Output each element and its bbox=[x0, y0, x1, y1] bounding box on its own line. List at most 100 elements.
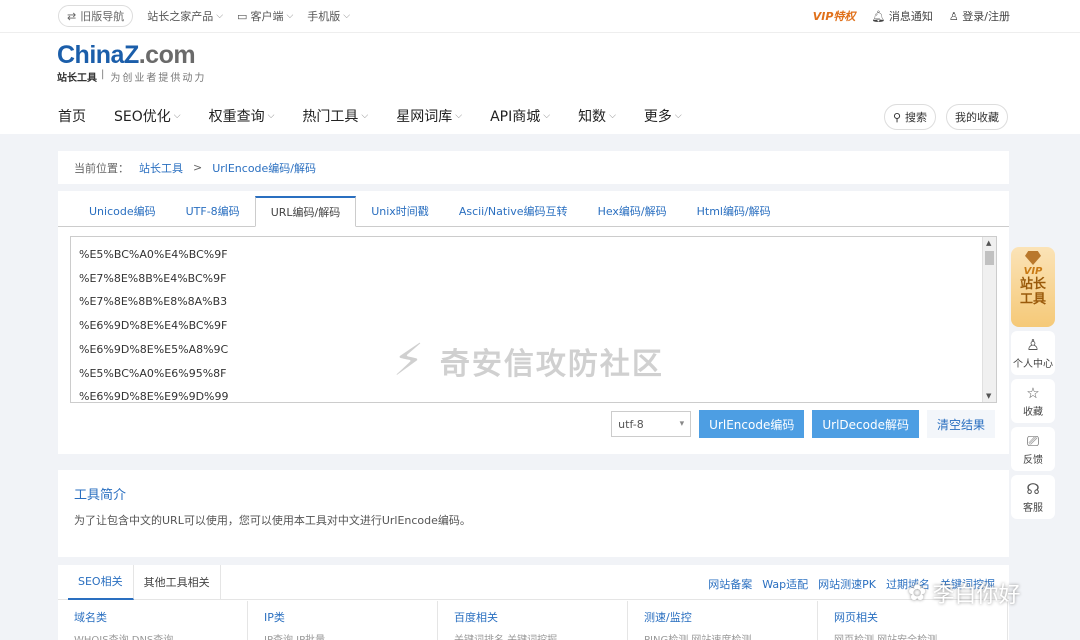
tab-other-tools[interactable]: 其他工具相关 bbox=[134, 564, 221, 600]
quick-link[interactable]: 网站测速PK bbox=[818, 576, 876, 592]
client-menu[interactable]: ▭ 客户端 ⌵ bbox=[237, 8, 293, 24]
star-icon: ☆ bbox=[1026, 383, 1040, 402]
chevron-down-icon: ⌵ bbox=[216, 11, 224, 21]
user-icon: ♙ bbox=[948, 10, 959, 23]
nav-item-2[interactable]: 权重查询 ⌵ bbox=[209, 106, 275, 126]
login-link[interactable]: ♙ 登录/注册 bbox=[949, 8, 1010, 24]
diamond-icon bbox=[1025, 251, 1041, 265]
chevron-down-icon: ⌵ bbox=[173, 111, 181, 121]
chevron-down-icon: ⌵ bbox=[455, 111, 463, 121]
intro-text: 为了让包含中文的URL可以使用，您可以使用本工具对中文进行UrlEncode编码… bbox=[74, 514, 471, 527]
url-decode-button[interactable]: UrlDecode解码 bbox=[812, 410, 919, 438]
category-links[interactable]: 关键词排名 关键词挖掘 bbox=[454, 631, 611, 640]
category-links[interactable]: 网页检测 网站安全检测 bbox=[834, 631, 991, 640]
tab-6[interactable]: Html编码/解码 bbox=[682, 203, 786, 226]
old-nav-button[interactable]: ⇄ 旧版导航 bbox=[58, 5, 134, 27]
tab-0[interactable]: Unicode编码 bbox=[74, 203, 171, 226]
logo-slogan: 站长工具 | 为创业者提供动力 bbox=[57, 69, 207, 84]
scroll-down-icon[interactable]: ▼ bbox=[986, 392, 991, 400]
category-title[interactable]: 百度相关 bbox=[454, 609, 611, 625]
watermark: ⚡︎ 奇安信攻防社区 bbox=[393, 335, 664, 386]
editor-content: %E5%BC%A0%E4%BC%9F %E7%8E%8B%E4%BC%9F %E7%… bbox=[79, 243, 229, 403]
sidebar-favorite[interactable]: ☆ 收藏 bbox=[1011, 379, 1055, 423]
sidebar-feedback[interactable]: ⎚ 反馈 bbox=[1011, 427, 1055, 471]
tool-category: IP类 IP查询 IP批量 bbox=[248, 601, 438, 640]
editor-line: %E7%8E%8B%E8%8A%B3 bbox=[79, 295, 228, 309]
tool-intro: 工具简介 为了让包含中文的URL可以使用，您可以使用本工具对中文进行UrlEnc… bbox=[58, 470, 1009, 557]
bolt-logo-icon: ⚡︎ bbox=[393, 335, 426, 386]
sidebar-profile[interactable]: ♙ 个人中心 bbox=[1011, 331, 1055, 375]
editor-line: %E6%9D%8E%E4%BC%9F bbox=[79, 319, 228, 333]
nav-item-3[interactable]: 热门工具 ⌵ bbox=[302, 106, 368, 126]
breadcrumb-current[interactable]: UrlEncode编码/解码 bbox=[212, 160, 316, 176]
chevron-down-icon: ⌵ bbox=[543, 111, 551, 121]
tab-seo-related[interactable]: SEO相关 bbox=[68, 564, 134, 600]
switch-icon: ⇄ bbox=[67, 9, 77, 23]
nav-item-6[interactable]: 知数 ⌵ bbox=[578, 106, 616, 126]
tab-5[interactable]: Hex编码/解码 bbox=[583, 203, 682, 226]
tool-panel: Unicode编码 UTF-8编码 URL编码/解码 Unix时间戳 Ascii/Nat… bbox=[58, 191, 1009, 454]
bell-icon: 🔔︎ bbox=[871, 10, 886, 23]
site-logo[interactable]: ChinaZ.com 站长工具 | 为创业者提供动力 bbox=[57, 41, 206, 84]
nav-item-0[interactable]: 首页 bbox=[58, 106, 86, 126]
category-links[interactable]: PING检测 网站速度检测 bbox=[644, 631, 801, 640]
logo-brand: ChinaZ.com bbox=[57, 41, 196, 69]
favorites-button[interactable]: 我的收藏 bbox=[946, 104, 1008, 130]
quick-link[interactable]: 网站备案 bbox=[708, 576, 752, 592]
tab-2[interactable]: URL编码/解码 bbox=[254, 196, 357, 227]
url-encode-button[interactable]: UrlEncode编码 bbox=[699, 410, 805, 438]
vip-link[interactable]: VIP特权 bbox=[813, 8, 856, 24]
quick-link[interactable]: Wap适配 bbox=[762, 576, 808, 592]
site-header: ChinaZ.com 站长工具 | 为创业者提供动力 首页 SEO优化 ⌵ 权重查询 ⌵ 热门… bbox=[0, 33, 1080, 134]
breadcrumb: 当前位置： 站长工具 > UrlEncode编码/解码 bbox=[58, 151, 1009, 184]
category-title[interactable]: 测速/监控 bbox=[644, 609, 801, 625]
editor-line: %E5%BC%A0%E4%BC%9F bbox=[79, 248, 228, 261]
tab-4[interactable]: Ascii/Native编码互转 bbox=[444, 203, 583, 226]
scroll-thumb[interactable] bbox=[985, 251, 994, 265]
search-button[interactable]: ⚲ 搜索 bbox=[883, 104, 936, 130]
tool-category: 域名类 WHOIS查询 DNS查询 bbox=[58, 601, 248, 640]
category-title[interactable]: 域名类 bbox=[74, 609, 231, 625]
nav-item-4[interactable]: 星网词库 ⌵ bbox=[396, 106, 462, 126]
url-text-area[interactable]: %E5%BC%A0%E4%BC%9F %E7%8E%8B%E4%BC%9F %E7%… bbox=[70, 236, 997, 403]
editor-line: %E6%9D%8E%E9%9D%99 bbox=[79, 390, 229, 403]
nav-item-5[interactable]: API商城 ⌵ bbox=[490, 106, 550, 126]
feedback-icon: ⎚ bbox=[1026, 431, 1039, 450]
tab-3[interactable]: Unix时间戳 bbox=[356, 203, 444, 226]
editor-line: %E5%BC%A0%E6%95%8F bbox=[79, 366, 227, 380]
chevron-down-icon: ⌵ bbox=[609, 111, 616, 121]
nav-item-7[interactable]: 更多 ⌵ bbox=[644, 106, 682, 126]
category-title[interactable]: 网页相关 bbox=[834, 609, 991, 625]
floating-sidebar: VIP 站长 工具 ♙ 个人中心 ☆ 收藏 ⎚ 反馈 ☊ 客服 bbox=[1011, 247, 1055, 519]
related-tools: SEO相关 其他工具相关 网站备案 Wap适配 网站测速PK 过期域名 关键词挖掘 域名… bbox=[58, 564, 1009, 640]
nav-item-1[interactable]: SEO优化 ⌵ bbox=[114, 106, 181, 126]
monitor-icon: ▭ bbox=[237, 9, 248, 23]
top-bar: ⇄ 旧版导航 站长之家产品 ⌵ ▭ 客户端 ⌵ 手机版 ⌵ VIP特权 🔔︎ 消息通知 ♙… bbox=[0, 0, 1080, 33]
scroll-up-icon[interactable]: ▲ bbox=[986, 239, 991, 247]
category-title[interactable]: IP类 bbox=[264, 609, 421, 625]
tool-category: 百度相关关键词排名 关键词挖掘 bbox=[438, 601, 628, 640]
breadcrumb-home[interactable]: 站长工具 bbox=[139, 160, 183, 176]
category-links[interactable]: IP查询 IP批量 bbox=[264, 631, 421, 640]
main-nav: 首页 SEO优化 ⌵ 权重查询 ⌵ 热门工具 ⌵ 星网词库 ⌵ API商城 ⌵ 知数 ⌵ 更多 ⌵ bbox=[58, 106, 710, 126]
editor-line: %E7%8E%8B%E4%BC%9F bbox=[79, 271, 227, 285]
chevron-down-icon: ⌵ bbox=[286, 11, 294, 21]
user-icon: ♙ bbox=[1026, 335, 1040, 354]
editor-line: %E6%9D%8E%E5%A8%9C bbox=[79, 342, 229, 356]
chevron-down-icon: ▾ bbox=[679, 419, 685, 429]
mobile-menu[interactable]: 手机版 ⌵ bbox=[307, 8, 350, 24]
chevron-down-icon: ⌵ bbox=[343, 11, 351, 21]
chevron-down-icon: ⌵ bbox=[267, 111, 275, 121]
encoding-select[interactable]: utf-8 ▾ bbox=[611, 411, 692, 437]
chevron-down-icon: ⌵ bbox=[674, 111, 682, 121]
sidebar-support[interactable]: ☊ 客服 bbox=[1011, 475, 1055, 519]
editor-scrollbar[interactable]: ▲ ▼ bbox=[982, 237, 996, 402]
tab-1[interactable]: UTF-8编码 bbox=[171, 203, 255, 226]
wechat-icon: ✿ bbox=[908, 580, 927, 606]
encoding-tabs: Unicode编码 UTF-8编码 URL编码/解码 Unix时间戳 Ascii/Nat… bbox=[58, 196, 1009, 227]
notify-link[interactable]: 🔔︎ 消息通知 bbox=[871, 8, 932, 24]
category-links[interactable]: WHOIS查询 DNS查询 bbox=[74, 631, 231, 640]
products-menu[interactable]: 站长之家产品 ⌵ bbox=[147, 8, 223, 24]
vip-tools-badge[interactable]: VIP 站长 工具 bbox=[1011, 247, 1055, 327]
clear-button[interactable]: 清空结果 bbox=[926, 410, 995, 438]
